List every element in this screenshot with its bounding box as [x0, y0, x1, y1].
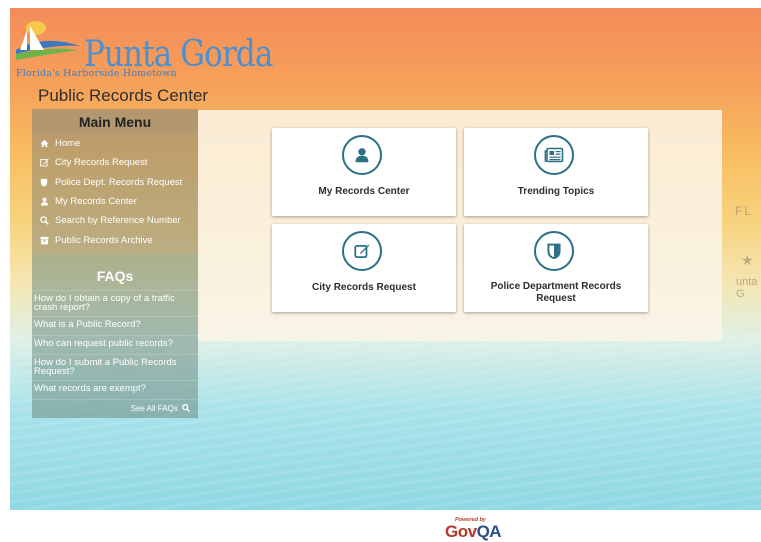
- govqa-brand: GovQA: [445, 522, 502, 542]
- home-icon: [38, 139, 50, 148]
- faq-panel: FAQs How do I obtain a copy of a traffic…: [32, 253, 198, 418]
- star-icon: ★: [741, 252, 754, 268]
- edit-icon: [38, 158, 50, 167]
- card-label: City Records Request: [312, 282, 416, 293]
- edit-icon: [342, 231, 382, 271]
- sidebar-item-search-reference[interactable]: Search by Reference Number: [32, 211, 198, 230]
- faq-link-traffic-crash-report[interactable]: How do I obtain a copy of a traffic cras…: [32, 289, 198, 316]
- sidebar-item-label: City Records Request: [55, 157, 148, 169]
- sidebar-item-label: My Records Center: [55, 196, 137, 208]
- card-police-records-request[interactable]: Police Department Records Request: [464, 224, 648, 312]
- sidebar-item-my-records-center[interactable]: My Records Center: [32, 192, 198, 211]
- govqa-brand-qa: QA: [476, 522, 502, 541]
- sidebar-item-label: Police Dept. Records Request: [55, 176, 183, 188]
- shield-icon: [38, 178, 50, 187]
- sidebar-item-home[interactable]: Home: [32, 134, 198, 153]
- card-trending-topics[interactable]: Trending Topics: [464, 128, 648, 216]
- faq-link-exempt-records[interactable]: What records are exempt?: [32, 379, 198, 399]
- archive-icon: [38, 236, 50, 245]
- faq-link-how-to-submit[interactable]: How do I submit a Public Records Request…: [32, 353, 198, 380]
- see-all-faqs-label: See All FAQs: [130, 403, 178, 413]
- logo-tagline: Florida's Harborside Hometown: [16, 68, 177, 79]
- newspaper-icon: [534, 135, 574, 175]
- govqa-logo[interactable]: Powered by GovQA: [445, 516, 525, 542]
- sailboat-logo-icon: [16, 21, 80, 60]
- card-label: Trending Topics: [517, 186, 595, 197]
- faq-link-what-is-public-record[interactable]: What is a Public Record?: [32, 315, 198, 335]
- card-city-records-request[interactable]: City Records Request: [272, 224, 456, 312]
- city-logo[interactable]: Punta Gorda Florida's Harborside Hometow…: [14, 20, 273, 80]
- page-title: Public Records Center: [38, 86, 209, 105]
- card-my-records-center[interactable]: My Records Center: [272, 128, 456, 216]
- sidebar-item-public-records-archive[interactable]: Public Records Archive: [32, 230, 198, 249]
- sidebar-item-label: Public Records Archive: [55, 234, 153, 246]
- card-label: Police Department Records Request: [490, 281, 622, 304]
- shield-icon: [534, 231, 574, 271]
- faq-link-who-can-request[interactable]: Who can request public records?: [32, 334, 198, 354]
- search-icon: [38, 216, 50, 226]
- page-background: Punta Gorda Florida's Harborside Hometow…: [10, 8, 761, 510]
- user-icon: [342, 135, 382, 175]
- main-menu: Main Menu Home City Records Request Poli…: [32, 109, 198, 254]
- govqa-brand-gov: Gov: [445, 522, 477, 541]
- sidebar: Main Menu Home City Records Request Poli…: [32, 109, 198, 418]
- faq-title: FAQs: [96, 267, 134, 284]
- see-all-faqs-link[interactable]: See All FAQs: [32, 398, 198, 418]
- card-label: My Records Center: [318, 186, 410, 197]
- sidebar-item-label: Home: [55, 138, 81, 150]
- user-icon: [38, 197, 50, 206]
- sidebar-item-police-records-request[interactable]: Police Dept. Records Request: [32, 173, 198, 192]
- sidebar-item-label: Search by Reference Number: [55, 215, 181, 227]
- main-menu-title: Main Menu: [32, 109, 198, 134]
- sidebar-item-city-records-request[interactable]: City Records Request: [32, 153, 198, 172]
- map-label-fl: FL: [735, 204, 754, 218]
- footer: Powered by GovQA: [0, 510, 761, 542]
- map-label-punta: unta G: [736, 276, 758, 300]
- main-content-panel: My Records Center Trending Topics City R…: [198, 110, 722, 341]
- search-icon: [182, 403, 190, 414]
